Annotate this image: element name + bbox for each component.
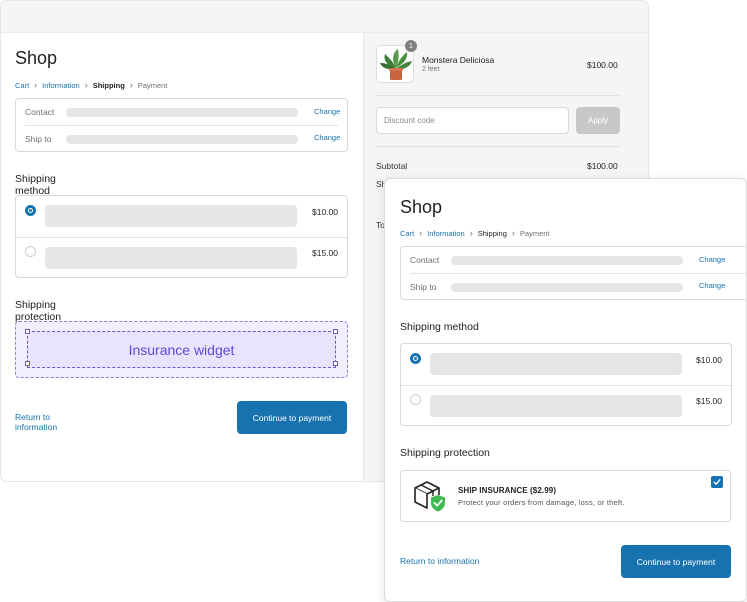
quantity-badge: 1 [405,40,417,52]
resize-handle[interactable] [25,329,30,334]
contact-label: Contact [410,255,440,265]
shipto-row: Ship to Change [401,274,746,300]
breadcrumb-cart[interactable]: Cart [400,229,414,238]
shipping-option-placeholder [45,205,297,227]
breadcrumb-shipping: Shipping [92,80,125,90]
contact-row: Contact Change [16,99,347,125]
shipping-protection-title: Shipping protection [400,447,490,459]
contact-value-placeholder [66,107,298,117]
resize-handle[interactable] [333,329,338,334]
shop-title: Shop [15,48,58,68]
shipto-change-link[interactable]: Change [699,281,725,290]
breadcrumb-cart[interactable]: Cart [15,81,29,90]
chevron-right-icon: › [129,80,133,90]
shipto-label: Ship to [25,134,52,144]
shipping-protection-title: Shipping protection [15,299,62,323]
product-name: Monstera Deliciosa [422,55,495,65]
radio-empty-icon[interactable] [410,394,421,405]
shop-title: Shop [400,197,443,217]
contact-value-placeholder [451,255,683,265]
shipto-value-placeholder [66,134,298,144]
shipping-method-box: $10.00 $15.00 [15,195,348,278]
front-checkout-window: Shop Cart › Information › Shipping › Pay… [384,178,747,602]
insurance-widget-frame[interactable]: Insurance widget [27,331,336,368]
continue-to-payment-button[interactable]: Continue to payment [621,545,731,578]
breadcrumb-payment: Payment [137,80,168,90]
shipping-option-price: $10.00 [696,355,722,365]
ship-insurance-card[interactable]: SHIP INSURANCE ($2.99) Protect your orde… [400,470,731,522]
continue-to-payment-button[interactable]: Continue to payment [237,401,347,434]
radio-empty-icon[interactable] [25,246,36,257]
shipping-option-row[interactable]: $15.00 [401,386,731,427]
shipping-option-row[interactable]: $15.00 [16,238,347,279]
shipto-label: Ship to [410,282,437,292]
contact-shipto-box: Contact Change Ship to Change [15,98,348,152]
subtotal-value: $100.00 [587,161,618,171]
shipping-option-placeholder [430,353,682,375]
chevron-right-icon: › [419,228,423,238]
shipping-method-box: $10.00 $15.00 [400,343,732,426]
radio-selected-icon[interactable] [410,353,421,364]
product-price: $100.00 [587,60,618,70]
shipto-value-placeholder [451,282,683,292]
contact-change-link[interactable]: Change [699,255,725,264]
summary-divider [376,95,620,96]
chevron-right-icon: › [84,80,88,90]
breadcrumb-information[interactable]: Information [427,229,465,238]
shipping-option-placeholder [430,395,682,417]
insurance-widget-placeholder: Insurance widget [15,321,348,378]
breadcrumb-information[interactable]: Information [42,81,80,90]
radio-selected-icon[interactable] [25,205,36,216]
resize-handle[interactable] [333,361,338,366]
breadcrumb: Cart › Information › Shipping › Payment [400,228,550,238]
shipping-option-price: $15.00 [696,396,722,406]
chevron-right-icon: › [511,228,515,238]
shipping-option-row[interactable]: $10.00 [16,196,347,237]
window-topbar [1,1,648,33]
contact-label: Contact [25,107,55,117]
shipto-change-link[interactable]: Change [314,133,340,142]
breadcrumb: Cart › Information › Shipping › Payment [15,80,167,90]
apply-discount-button[interactable]: Apply [576,107,620,134]
package-shield-icon [412,479,448,513]
chevron-right-icon: › [469,228,473,238]
discount-code-input[interactable] [376,107,569,134]
breadcrumb-shipping: Shipping [477,228,507,238]
contact-shipto-box: Contact Change Ship to Change [400,246,746,300]
subtotal-label: Subtotal [376,161,408,171]
shipto-row: Ship to Change [16,126,347,152]
shipping-method-title: Shipping method [400,321,479,333]
insurance-description: Protect your orders from damage, loss, o… [458,498,625,507]
return-to-information-link[interactable]: Return to information [400,556,479,566]
chevron-right-icon: › [34,80,38,90]
contact-change-link[interactable]: Change [314,107,340,116]
shipping-option-price: $10.00 [312,207,338,217]
checkmark-icon [713,479,721,485]
insurance-widget-label: Insurance widget [128,341,235,358]
return-to-information-link[interactable]: Return to information [15,412,57,432]
shipping-option-placeholder [45,247,297,269]
shipping-method-title: Shipping method [15,173,56,197]
breadcrumb-payment: Payment [519,228,550,238]
shipping-option-row[interactable]: $10.00 [401,344,731,385]
insurance-title: SHIP INSURANCE ($2.99) [458,486,557,495]
product-variant: 2 feet [422,66,440,73]
contact-row: Contact Change [401,247,746,273]
summary-divider [376,146,620,147]
resize-handle[interactable] [25,361,30,366]
shipping-option-price: $15.00 [312,248,338,258]
insurance-checkbox[interactable] [711,476,723,488]
